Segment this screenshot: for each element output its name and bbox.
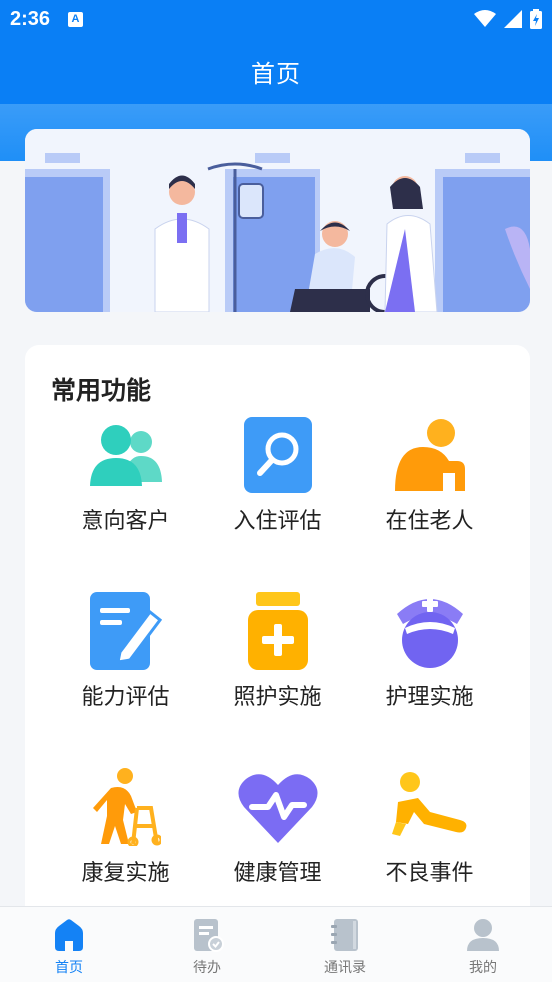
bottom-tab-bar: 首页 待办 通讯录 我的 [0, 906, 552, 982]
function-label: 照护实施 [233, 685, 322, 710]
tab-label: 待办 [193, 960, 221, 976]
contacts-icon [331, 919, 358, 951]
function-adverse-events[interactable]: 不良事件 [354, 767, 506, 887]
section-title: 常用功能 [51, 376, 152, 405]
heart-pulse-icon [237, 767, 318, 847]
hospital-illustration [25, 129, 530, 312]
app-header: 首页 [0, 38, 552, 104]
function-nursing-implementation[interactable]: 护理实施 [354, 591, 506, 711]
status-bar: 2:36 A [0, 0, 552, 38]
nurse-icon [390, 591, 470, 671]
tab-contacts[interactable]: 通讯录 [276, 907, 414, 982]
tab-label: 通讯录 [324, 960, 366, 976]
elderly-icon [390, 415, 470, 495]
fall-icon [390, 767, 470, 847]
tab-todo[interactable]: 待办 [138, 907, 276, 982]
function-label: 护理实施 [385, 685, 474, 710]
function-label: 健康管理 [233, 861, 322, 886]
common-functions-card: 常用功能 意向客户 入住评估 在住老人 能力评估 照护实施 护理实施 康复实施 … [25, 345, 530, 925]
walker-icon [86, 767, 166, 847]
status-time: 2:36 [10, 7, 51, 30]
function-resident-elderly[interactable]: 在住老人 [354, 415, 506, 535]
tab-label: 我的 [469, 960, 497, 976]
function-grid: 意向客户 入住评估 在住老人 能力评估 照护实施 护理实施 康复实施 健康管理 … [25, 415, 530, 887]
signal-icon [504, 10, 522, 28]
wifi-icon [474, 10, 496, 27]
tab-profile[interactable]: 我的 [414, 907, 552, 982]
function-label: 入住评估 [233, 509, 322, 534]
search-icon [238, 415, 318, 495]
tab-home[interactable]: 首页 [0, 907, 138, 982]
function-label: 意向客户 [81, 509, 170, 534]
banner-image[interactable] [25, 129, 530, 312]
function-label: 不良事件 [385, 861, 474, 886]
battery-icon [530, 9, 542, 29]
function-label: 在住老人 [385, 509, 474, 534]
todo-icon [194, 919, 224, 952]
function-intended-customers[interactable]: 意向客户 [50, 415, 202, 535]
function-admission-assessment[interactable]: 入住评估 [202, 415, 354, 535]
home-icon [55, 919, 83, 951]
notification-icon: A [68, 11, 84, 27]
medicine-bottle-icon [238, 591, 318, 671]
function-rehabilitation[interactable]: 康复实施 [50, 767, 202, 887]
users-icon [86, 415, 166, 495]
function-label: 康复实施 [81, 861, 170, 886]
tab-label: 首页 [55, 960, 83, 976]
status-indicators [474, 9, 542, 29]
page-title: 首页 [251, 59, 301, 88]
function-health-management[interactable]: 健康管理 [202, 767, 354, 887]
function-ability-assessment[interactable]: 能力评估 [50, 591, 202, 711]
profile-icon [467, 919, 499, 951]
edit-document-icon [86, 591, 166, 671]
function-care-implementation[interactable]: 照护实施 [202, 591, 354, 711]
function-label: 能力评估 [81, 685, 170, 710]
